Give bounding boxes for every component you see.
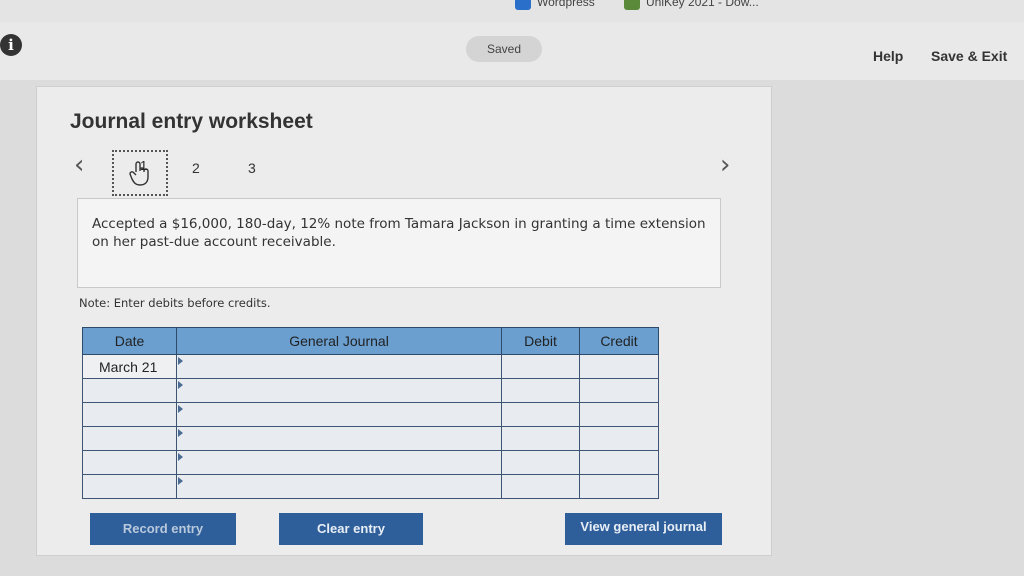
table-row (82, 450, 659, 475)
date-cell (82, 378, 177, 403)
credit-input[interactable] (579, 474, 659, 499)
table-row (82, 426, 659, 451)
bookmark-label: UniKey 2021 - Dow... (646, 0, 759, 9)
tab-1[interactable]: 1 (112, 150, 168, 196)
clear-entry-button[interactable]: Clear entry (279, 513, 423, 545)
bookmark-wordpress[interactable]: Wordpress (515, 0, 595, 10)
date-cell (82, 426, 177, 451)
transaction-description: Accepted a $16,000, 180-day, 12% note fr… (77, 198, 721, 288)
debit-input[interactable] (501, 426, 580, 451)
bookmark-unikey[interactable]: UniKey 2021 - Dow... (624, 0, 759, 10)
debit-input[interactable] (501, 354, 580, 379)
table-row (82, 378, 659, 403)
next-arrow-icon[interactable]: › (720, 150, 730, 180)
debit-input[interactable] (501, 474, 580, 499)
date-cell (82, 474, 177, 499)
save-exit-button[interactable]: Save & Exit (931, 48, 1007, 64)
wordpress-icon (515, 0, 531, 10)
debit-input[interactable] (501, 378, 580, 403)
tab-label: 3 (248, 160, 256, 176)
column-header-date: Date (82, 327, 177, 355)
column-header-debit: Debit (501, 327, 580, 355)
credit-input[interactable] (579, 426, 659, 451)
credit-input[interactable] (579, 354, 659, 379)
instruction-note: Note: Enter debits before credits. (79, 296, 271, 310)
previous-arrow-icon[interactable]: ‹ (74, 150, 84, 180)
table-header-row: Date General Journal Debit Credit (82, 327, 659, 355)
journal-entry-table: Date General Journal Debit Credit March … (82, 327, 659, 499)
general-journal-input[interactable] (176, 402, 502, 427)
date-cell: March 21 (82, 354, 177, 379)
general-journal-input[interactable] (176, 450, 502, 475)
help-button[interactable]: Help (873, 48, 903, 64)
table-row (82, 474, 659, 499)
page-title: Journal entry worksheet (70, 110, 313, 133)
column-header-general-journal: General Journal (176, 327, 502, 355)
general-journal-input[interactable] (176, 378, 502, 403)
bookmark-label: Wordpress (537, 0, 595, 9)
tab-label: 2 (192, 160, 200, 176)
browser-bookmark-bar: Wordpress UniKey 2021 - Dow... (0, 0, 1024, 23)
debit-input[interactable] (501, 450, 580, 475)
date-cell (82, 450, 177, 475)
table-row: March 21 (82, 354, 659, 379)
record-entry-button[interactable]: Record entry (90, 513, 236, 545)
debit-input[interactable] (501, 402, 580, 427)
column-header-credit: Credit (579, 327, 659, 355)
description-text: Accepted a $16,000, 180-day, 12% note fr… (92, 216, 706, 250)
tab-label: 1 (140, 158, 148, 173)
date-cell (82, 402, 177, 427)
credit-input[interactable] (579, 378, 659, 403)
tab-2[interactable]: 2 (192, 160, 200, 176)
credit-input[interactable] (579, 450, 659, 475)
credit-input[interactable] (579, 402, 659, 427)
table-row (82, 402, 659, 427)
view-general-journal-button[interactable]: View general journal (565, 513, 722, 545)
general-journal-input[interactable] (176, 426, 502, 451)
general-journal-input[interactable] (176, 474, 502, 499)
general-journal-input[interactable] (176, 354, 502, 379)
unikey-icon (624, 0, 640, 10)
tab-3[interactable]: 3 (248, 160, 256, 176)
info-icon[interactable]: i (0, 34, 22, 56)
saved-status-badge: Saved (466, 36, 542, 62)
